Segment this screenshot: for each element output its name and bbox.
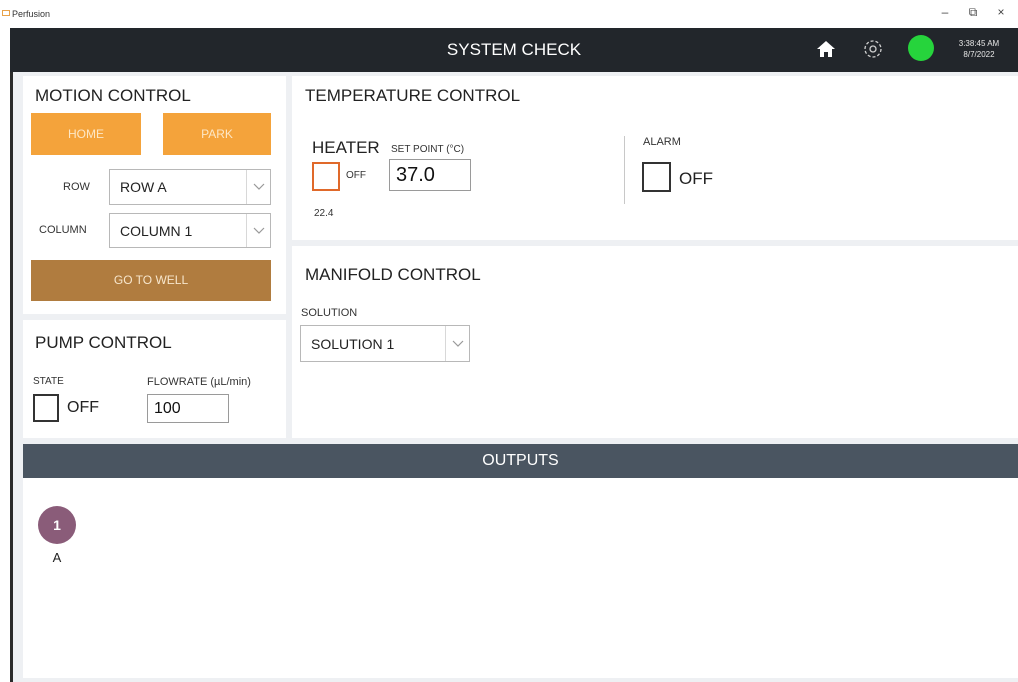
minimize-button[interactable]: – (934, 5, 956, 19)
alarm-label: ALARM (643, 136, 681, 148)
temperature-control-title: TEMPERATURE CONTROL (305, 86, 521, 105)
chevron-down-icon[interactable] (246, 214, 270, 247)
pump-control-panel: PUMP CONTROL STATE FLOWRATE (µL/min) OFF… (23, 320, 286, 438)
window-titlebar: Perfusion – ⧉ × (0, 0, 1018, 28)
current-temperature: 22.4 (314, 208, 334, 219)
gear-icon[interactable] (862, 38, 884, 60)
clock-time: 3:38:45 AM (958, 39, 1000, 48)
close-button[interactable]: × (990, 5, 1012, 19)
temperature-control-panel: TEMPERATURE CONTROL HEATER SET POINT (°C… (292, 76, 1018, 240)
flowrate-input[interactable]: 100 (147, 394, 229, 423)
column-select-value: COLUMN 1 (120, 222, 193, 239)
heater-checkbox[interactable] (312, 162, 340, 191)
solution-select[interactable]: SOLUTION 1 (300, 325, 470, 362)
heater-state: OFF (346, 170, 366, 181)
solution-label: SOLUTION (301, 307, 358, 319)
alarm-checkbox[interactable] (642, 162, 671, 192)
divider (624, 136, 625, 204)
outputs-panel (23, 478, 1018, 678)
heater-label: HEATER (312, 138, 380, 157)
column-label: COLUMN (39, 224, 87, 236)
alarm-state: OFF (679, 169, 713, 188)
solution-select-value: SOLUTION 1 (311, 335, 395, 352)
row-select[interactable]: ROW A (109, 169, 271, 205)
app-icon (2, 10, 10, 16)
pump-state-checkbox[interactable] (33, 394, 59, 422)
park-button[interactable]: PARK (163, 113, 271, 155)
well-output-1[interactable]: 1 (38, 506, 76, 544)
clock: 3:38:45 AM 8/7/2022 (940, 38, 1018, 60)
clock-date: 8/7/2022 (963, 50, 995, 59)
manifold-control-panel: MANIFOLD CONTROL SOLUTION SOLUTION 1 (292, 246, 1018, 438)
go-to-well-button[interactable]: GO TO WELL (31, 260, 271, 301)
flowrate-label: FLOWRATE (µL/min) (147, 376, 251, 388)
setpoint-input[interactable]: 37.0 (389, 159, 471, 191)
chevron-down-icon[interactable] (246, 170, 270, 204)
app-header: SYSTEM CHECK 3:38:45 AM 8/7/2022 (10, 28, 1018, 72)
pump-control-title: PUMP CONTROL (35, 333, 172, 352)
row-select-value: ROW A (120, 179, 167, 195)
row-label: ROW (63, 181, 90, 193)
motion-control-panel: MOTION CONTROL HOME PARK ROW ROW A COLUM… (23, 76, 286, 314)
home-button[interactable]: HOME (31, 113, 141, 155)
home-icon[interactable] (816, 39, 836, 59)
setpoint-label: SET POINT (°C) (391, 144, 465, 155)
app-title: Perfusion (12, 9, 51, 19)
outputs-header: OUTPUTS (23, 444, 1018, 478)
well-output-1-row: A (52, 550, 62, 565)
connection-status-indicator (908, 35, 934, 61)
manifold-control-title: MANIFOLD CONTROL (305, 265, 481, 284)
restore-button[interactable]: ⧉ (962, 5, 984, 20)
pump-state-value: OFF (67, 399, 99, 416)
column-select[interactable]: COLUMN 1 (109, 213, 271, 248)
motion-control-title: MOTION CONTROL (35, 86, 191, 105)
pump-state-label: STATE (33, 376, 64, 387)
chevron-down-icon[interactable] (445, 326, 469, 361)
